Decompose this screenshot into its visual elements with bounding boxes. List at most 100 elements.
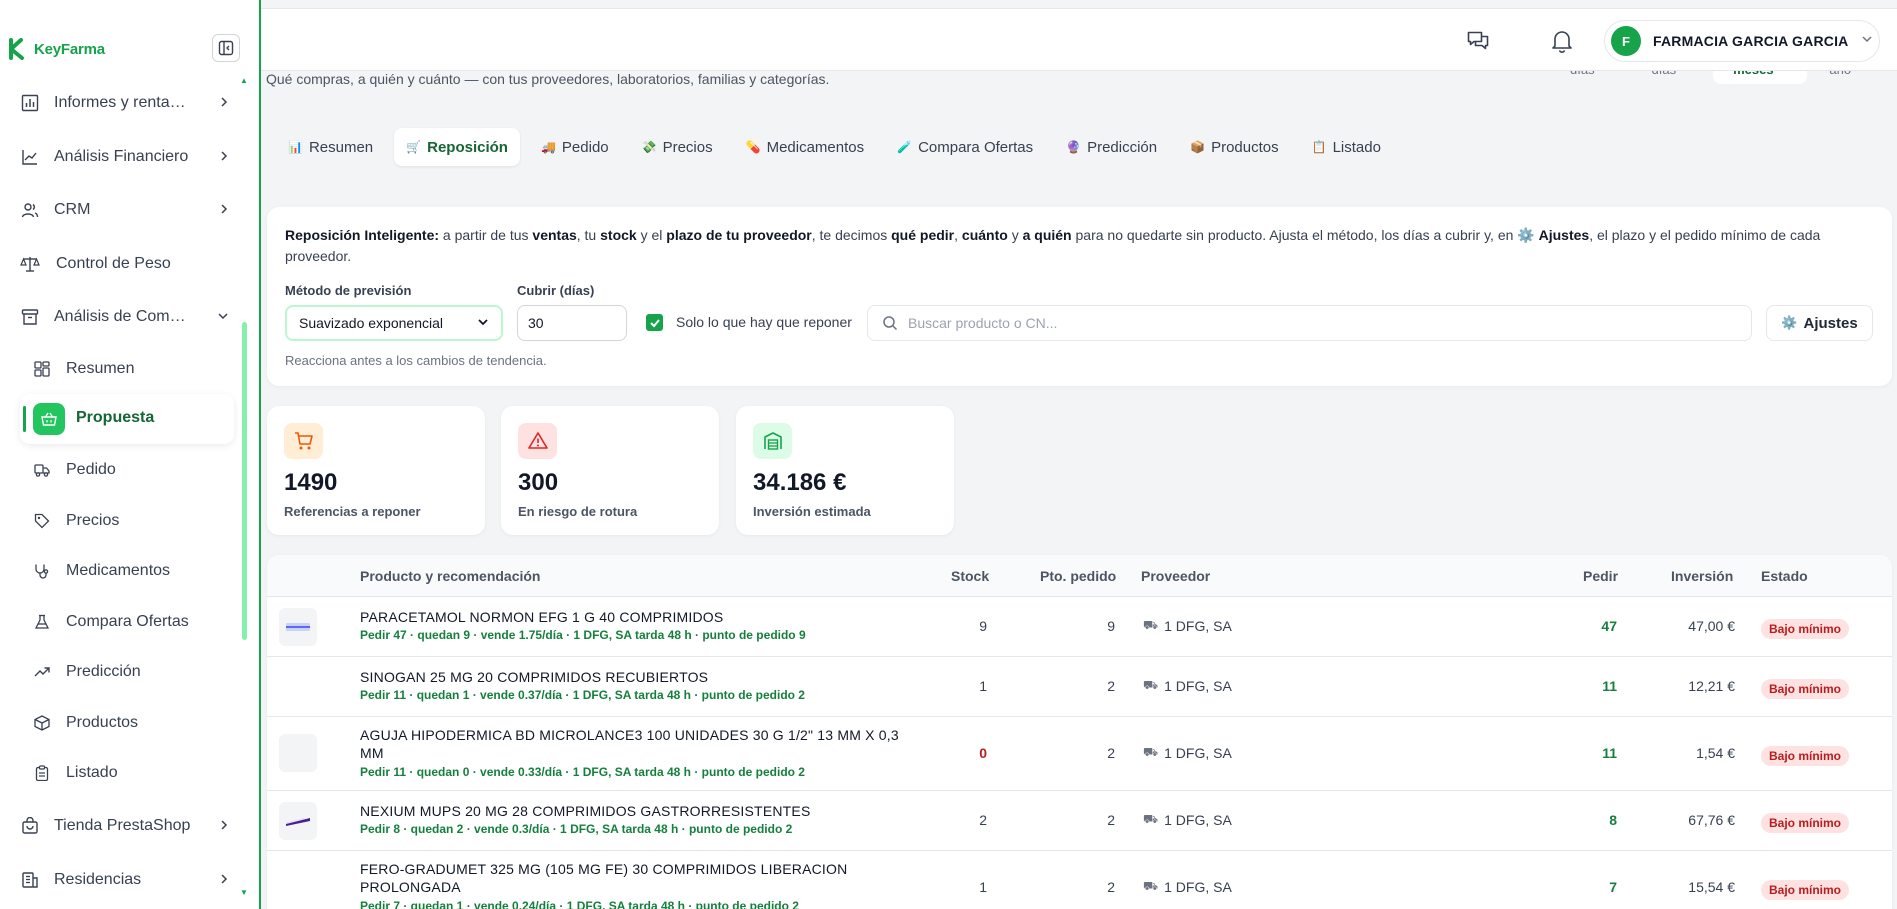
messages-icon[interactable] <box>1466 29 1490 57</box>
sidebar-item-crm[interactable]: CRM <box>20 190 230 230</box>
column-header-reorder[interactable]: Pto. pedido <box>1040 568 1116 584</box>
crystal-ball-emoji-icon: 🔮 <box>1066 140 1082 154</box>
sidebar-subitem-listado[interactable]: Listado <box>34 753 232 793</box>
sidebar-subitem-precios[interactable]: Precios <box>34 501 232 541</box>
sidebar-subitem-resumen[interactable]: Resumen <box>34 349 232 389</box>
tab-listado[interactable]: 📋 Listado <box>1300 128 1393 166</box>
active-indicator <box>23 406 26 432</box>
sidebar-item-informes[interactable]: Informes y rentabili... <box>20 83 230 123</box>
product-image <box>279 734 317 772</box>
table-row[interactable]: PARACETAMOL NORMON EFG 1 G 40 COMPRIMIDO… <box>267 597 1892 657</box>
column-header-product[interactable]: Producto y recomendación <box>360 568 540 584</box>
intro-emphasis: Ajustes <box>1538 227 1590 243</box>
tab-compara-ofertas[interactable]: 🧪 Compara Ofertas <box>885 128 1045 166</box>
status-badge: Bajo mínimo <box>1761 679 1850 699</box>
method-select[interactable]: Suavizado exponencial <box>285 305 503 341</box>
column-header-investment[interactable]: Inversión <box>1671 568 1733 584</box>
intro-title: Reposición Inteligente: <box>285 227 440 243</box>
product-name-continued: MM <box>360 745 384 761</box>
column-header-order[interactable]: Pedir <box>1583 568 1618 584</box>
user-menu-button[interactable]: F FARMACIA GARCIA GARCIA <box>1604 20 1880 62</box>
table-row[interactable]: FERO-GRADUMET 325 MG (105 MG FE) 30 COMP… <box>267 851 1892 909</box>
sidebar-item-control-de-peso[interactable]: Control de Peso <box>20 244 230 284</box>
sidebar-scrollbar[interactable] <box>242 322 247 640</box>
brand-logo[interactable]: KeyFarma <box>8 36 105 62</box>
sidebar-subitem-prediccion[interactable]: Predicción <box>34 652 232 692</box>
trending-up-icon <box>34 664 50 680</box>
sidebar-item-label: Residencias <box>54 871 142 888</box>
intro-text-part: , te decimos <box>811 227 892 243</box>
intro-emphasis: ventas <box>532 227 577 243</box>
kpi-value: 1490 <box>284 469 338 496</box>
search-input[interactable]: Buscar producto o CN... <box>867 305 1752 341</box>
chevron-right-icon <box>218 94 230 115</box>
sidebar-subitem-label: Productos <box>66 714 139 731</box>
sidebar-subitem-compara-ofertas[interactable]: Compara Ofertas <box>34 602 232 642</box>
status-badge: Bajo mínimo <box>1761 746 1850 766</box>
column-header-supplier[interactable]: Proveedor <box>1141 568 1210 584</box>
clipboard-emoji-icon: 📋 <box>1311 140 1327 154</box>
product-name-continued: PROLONGADA <box>360 879 461 895</box>
stethoscope-icon <box>34 563 50 579</box>
intro-text-part: y el <box>636 227 667 243</box>
bell-icon[interactable] <box>1551 29 1573 57</box>
tab-precios[interactable]: 💸 Precios <box>630 128 725 166</box>
kpi-label: Referencias a reponer <box>284 504 421 519</box>
sidebar-subitem-productos[interactable]: Productos <box>34 703 232 743</box>
only-reorder-checkbox[interactable] <box>646 314 663 331</box>
sidebar-item-analisis-financiero[interactable]: Análisis Financiero <box>20 137 230 177</box>
sidebar-item-label: Tienda PrestaShop <box>54 817 191 834</box>
scroll-up-icon[interactable]: ▲ <box>240 76 248 85</box>
tab-resumen[interactable]: 📊 Resumen <box>276 128 385 166</box>
page-subtitle: Qué compras, a quién y cuánto — con tus … <box>266 71 830 87</box>
intro-emphasis: a quién <box>1022 227 1072 243</box>
truck-icon: ⛟ <box>1143 879 1159 893</box>
keyfarma-logo-icon <box>9 38 24 60</box>
tab-pedido[interactable]: 🚚 Pedido <box>529 128 621 166</box>
scroll-down-icon[interactable]: ▼ <box>240 888 248 897</box>
days-input[interactable]: 30 <box>517 305 627 341</box>
sidebar-item-residencias[interactable]: Residencias <box>20 860 230 900</box>
archive-icon <box>20 307 40 327</box>
kpi-value: 300 <box>518 469 559 496</box>
tab-label: Productos <box>1211 138 1279 156</box>
sidebar-subitem-label: Pedido <box>66 461 116 478</box>
column-header-status[interactable]: Estado <box>1761 568 1808 584</box>
intro-text: Reposición Inteligente: a partir de tus … <box>285 225 1855 267</box>
status-badge: Bajo mínimo <box>1761 813 1850 833</box>
table-row[interactable]: SINOGAN 25 MG 20 COMPRIMIDOS RECUBIERTOS… <box>267 657 1892 717</box>
column-header-stock[interactable]: Stock <box>951 568 989 584</box>
settings-button[interactable]: ⚙️ Ajustes <box>1766 305 1873 341</box>
kpi-label: En riesgo de rotura <box>518 504 638 519</box>
collapse-sidebar-button[interactable] <box>212 34 240 62</box>
tag-icon <box>34 513 50 529</box>
tab-medicamentos[interactable]: 💊 Medicamentos <box>734 128 877 166</box>
order-quantity: 11 <box>1602 678 1617 694</box>
status-badge: Bajo mínimo <box>1761 619 1850 639</box>
tab-prediccion[interactable]: 🔮 Predicción <box>1054 128 1169 166</box>
chevron-down-icon <box>216 308 230 329</box>
reorder-point-value: 2 <box>1107 879 1115 895</box>
only-reorder-label[interactable]: Solo lo que hay que reponer <box>676 314 852 330</box>
gear-icon: ⚙️ <box>1781 315 1798 330</box>
product-recommendation: Pedir 8 · quedan 2 · vende 0.3/día · 1 D… <box>360 822 793 836</box>
sidebar-subitem-pedido[interactable]: Pedido <box>34 450 232 490</box>
chevron-right-icon <box>218 148 230 169</box>
product-recommendation: Pedir 7 · quedan 1 · vende 0.24/día · 1 … <box>360 899 799 909</box>
stock-value: 2 <box>979 812 987 828</box>
cart-icon <box>284 423 323 459</box>
sidebar-item-tienda-prestashop[interactable]: Tienda PrestaShop <box>20 806 230 846</box>
sidebar-subitem-label: Listado <box>66 764 118 781</box>
tab-productos[interactable]: 📦 Productos <box>1178 128 1291 166</box>
settings-button-label: Ajustes <box>1803 314 1858 332</box>
intro-text-part: , tu <box>576 227 601 243</box>
sidebar-subitem-medicamentos[interactable]: Medicamentos <box>34 551 232 591</box>
sidebar-item-analisis-de-compras[interactable]: Análisis de Compras <box>20 297 230 337</box>
product-recommendation: Pedir 11 · quedan 1 · vende 0.37/día · 1… <box>360 688 805 702</box>
table-row[interactable]: NEXIUM MUPS 20 MG 28 COMPRIMIDOS GASTROR… <box>267 791 1892 851</box>
scale-icon <box>20 254 40 274</box>
tab-reposicion[interactable]: 🛒 Reposición <box>394 128 520 166</box>
table-row[interactable]: AGUJA HIPODERMICA BD MICROLANCE3 100 UNI… <box>267 717 1892 791</box>
product-image <box>279 802 317 840</box>
tab-label: Medicamentos <box>766 138 865 156</box>
